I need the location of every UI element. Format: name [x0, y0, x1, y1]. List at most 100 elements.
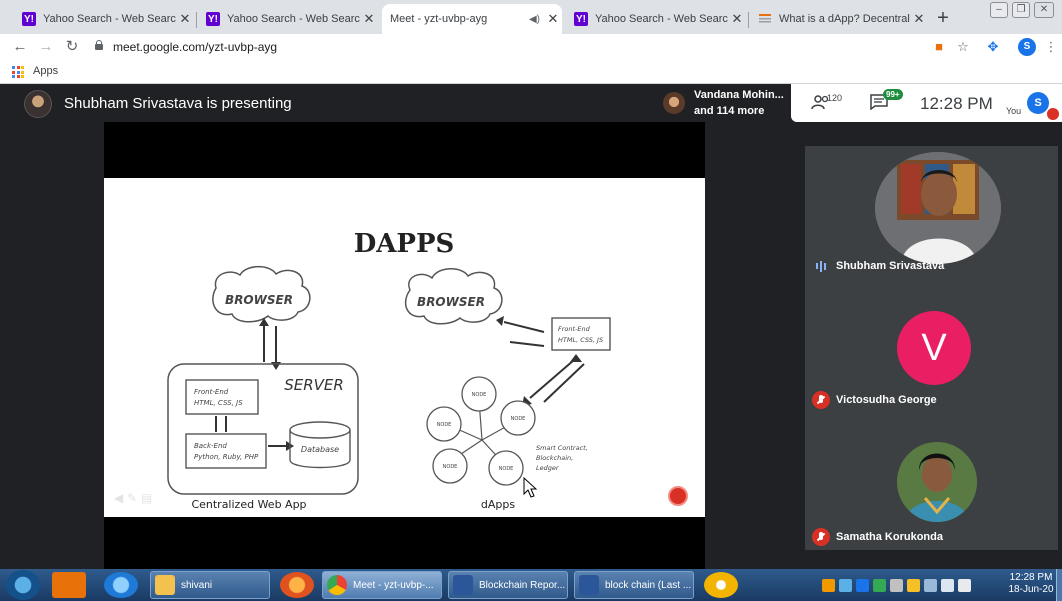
tray-icon[interactable] — [907, 578, 920, 592]
slide-controls-icon: ◀ ✎ ▤ — [114, 491, 152, 505]
smart-contract-line3: Ledger — [536, 464, 560, 472]
recording-dot — [1047, 108, 1059, 120]
tab-strip: Y! Yahoo Search - Web Search ✕ Y! Yahoo … — [0, 0, 1062, 102]
forward-arrow-icon[interactable]: → — [36, 37, 56, 57]
flag-icon[interactable] — [958, 578, 971, 592]
browser-toolbar: ← → ↻ meet.google.com/yzt-uvbp-ayg ■ ☆ ✥… — [0, 34, 1062, 60]
window-close-icon[interactable]: ✕ — [1034, 2, 1054, 18]
backend-line2: Python, Ruby, PHP — [194, 453, 259, 461]
document-icon — [758, 12, 772, 26]
menu-kebab-icon[interactable]: ⋮ — [1042, 38, 1060, 56]
tab-close-icon[interactable]: ✕ — [728, 11, 746, 27]
apps-grid-icon[interactable] — [12, 66, 24, 78]
slide-diagram: DAPPS BROWSER SERVER Front-End HTML, CSS… — [114, 229, 611, 511]
viewer-avatar — [663, 92, 685, 114]
smart-contract-line1: Smart Contract, — [536, 444, 588, 452]
self-avatar[interactable]: S — [1027, 92, 1049, 114]
back-arrow-icon[interactable]: ← — [10, 37, 30, 57]
taskbar-item-blockchain-report[interactable]: Blockchain Repor... — [448, 571, 568, 599]
viewer-indicator[interactable]: Vandana Mohin... and 114 more — [659, 86, 791, 122]
firefox-icon[interactable] — [280, 572, 314, 598]
tab-close-icon[interactable]: ✕ — [910, 11, 928, 27]
tray-icon[interactable] — [839, 578, 852, 592]
system-clock[interactable]: 12:28 PM 18-Jun-20 — [1006, 572, 1056, 596]
word-icon — [453, 575, 473, 595]
presentation-slide: DAPPS BROWSER SERVER Front-End HTML, CSS… — [104, 178, 705, 517]
database-top — [289, 421, 351, 439]
word-icon — [579, 575, 599, 595]
start-button-icon[interactable] — [6, 570, 40, 600]
left-browser-label: BROWSER — [225, 293, 293, 307]
apps-bookmark[interactable]: Apps — [33, 65, 58, 77]
audio-playing-icon[interactable]: ◀) — [529, 14, 540, 25]
taskbar-item-meet[interactable]: Meet - yzt-uvbp-... — [322, 571, 442, 599]
tab-title: Meet - yzt-uvbp-ayg — [390, 13, 488, 25]
database-label: Database — [301, 445, 339, 454]
participant-name: Victosudha George — [836, 394, 937, 406]
backend-line1: Back-End — [194, 442, 227, 450]
restore-icon[interactable]: ❐ — [1012, 2, 1030, 18]
network-icon[interactable] — [890, 578, 903, 592]
taskbar-label: shivani — [181, 579, 213, 591]
taskbar-item-block-chain[interactable]: block chain (Last ... — [574, 571, 694, 599]
meeting-clock: 12:28 PM — [920, 94, 993, 113]
internet-explorer-icon[interactable] — [104, 572, 138, 598]
participant-tiles: Shubham Srivastava V Victosudha George S… — [805, 146, 1058, 550]
node-label: NODE — [499, 466, 514, 472]
frontend-line1: Front-End — [194, 388, 229, 396]
node-label: NODE — [443, 464, 458, 470]
presentation-stage: DAPPS BROWSER SERVER Front-End HTML, CSS… — [104, 122, 705, 569]
media-player-icon[interactable] — [52, 572, 86, 598]
tab-yahoo-search-2[interactable]: Y! Yahoo Search - Web Search ✕ — [198, 4, 378, 34]
participant-avatar-v[interactable]: V — [897, 311, 971, 385]
tab-title: What is a dApp? Decentralized — [779, 13, 910, 25]
tab-title: Yahoo Search - Web Search — [227, 13, 360, 25]
yahoo-icon: Y! — [206, 12, 220, 26]
minimize-icon[interactable]: – — [990, 2, 1008, 18]
backend-box — [185, 433, 267, 469]
tab-close-icon[interactable]: ✕ — [176, 11, 194, 27]
participant-count: 120 — [827, 93, 843, 103]
speaking-indicator-icon — [816, 260, 826, 272]
extension-icon[interactable]: ✥ — [984, 38, 1002, 56]
address-bar[interactable]: meet.google.com/yzt-uvbp-ayg — [113, 40, 277, 54]
taskbar-label: Blockchain Repor... — [479, 579, 566, 591]
tab-meet[interactable]: Meet - yzt-uvbp-ayg ◀) ✕ — [382, 4, 562, 102]
lock-icon[interactable] — [95, 40, 103, 50]
tab-what-is-dapp[interactable]: What is a dApp? Decentralized ✕ — [750, 4, 928, 34]
bluetooth-icon[interactable] — [856, 578, 869, 592]
bookmarks-bar: Apps — [0, 60, 1062, 84]
windows-taskbar: shivani Meet - yzt-uvbp-... Blockchain R… — [0, 569, 1062, 601]
show-desktop-button[interactable] — [1056, 569, 1062, 601]
presenting-label: Shubham Srivastava is presenting — [64, 95, 292, 112]
reload-icon[interactable]: ↻ — [62, 37, 82, 57]
taskbar-item-shivani[interactable]: shivani — [150, 571, 270, 599]
frontend-line2: HTML, CSS, JS — [194, 399, 243, 407]
tab-close-icon[interactable]: ✕ — [360, 11, 378, 27]
tray-icon[interactable] — [873, 578, 886, 592]
app-pinned-icon[interactable] — [704, 572, 738, 598]
tray-icon[interactable] — [822, 578, 835, 592]
camera-blocked-icon[interactable]: ■ — [930, 38, 948, 56]
arrow-head — [496, 316, 504, 326]
tab-yahoo-search-3[interactable]: Y! Yahoo Search - Web Search ✕ — [566, 4, 746, 34]
taskbar-label: block chain (Last ... — [605, 579, 692, 591]
node-label: NODE — [511, 416, 526, 422]
participant-tile-shubham[interactable] — [875, 152, 1001, 264]
tab-close-icon[interactable]: ✕ — [544, 11, 562, 27]
tab-title: Yahoo Search - Web Search — [43, 13, 176, 25]
tab-title: Yahoo Search - Web Search — [595, 13, 728, 25]
bookmark-star-icon[interactable]: ☆ — [954, 38, 972, 56]
system-tray — [822, 571, 1000, 599]
dapp-frontend-box — [551, 317, 611, 351]
dapp-frontend-line2: HTML, CSS, JS — [558, 336, 603, 344]
recording-button[interactable] — [668, 486, 688, 506]
arrow-head — [259, 318, 269, 326]
participant-tile-samatha[interactable] — [897, 442, 977, 522]
power-icon[interactable] — [924, 578, 937, 592]
volume-icon[interactable] — [941, 578, 954, 592]
new-tab-button[interactable]: + — [932, 8, 954, 30]
tab-yahoo-search-1[interactable]: Y! Yahoo Search - Web Search ✕ — [14, 4, 194, 34]
chat-badge: 99+ — [883, 89, 903, 100]
profile-avatar[interactable]: S — [1018, 38, 1036, 56]
